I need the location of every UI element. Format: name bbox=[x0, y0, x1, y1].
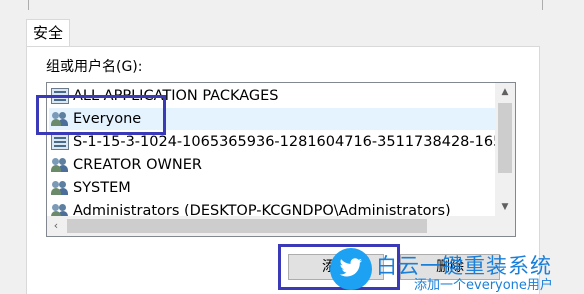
principal-name: S-1-15-3-1024-1065365936-1281604716-3511… bbox=[73, 134, 503, 150]
highlight-box-everyone bbox=[36, 95, 166, 135]
principal-name: SYSTEM bbox=[73, 180, 131, 196]
scroll-left-icon[interactable]: ‹ bbox=[47, 216, 65, 236]
dialog-top-edge bbox=[28, 0, 543, 10]
scroll-up-icon[interactable]: ▲ bbox=[495, 83, 515, 101]
vertical-scrollbar[interactable]: ▲ ▼ bbox=[495, 83, 515, 216]
watermark-subtitle: 添加一个everyone用户 bbox=[414, 278, 553, 293]
tab-security[interactable]: 安全 bbox=[26, 19, 70, 47]
users-icon bbox=[51, 180, 69, 196]
watermark: 白云一键重装系统 添加一个everyone用户 bbox=[330, 248, 584, 294]
scrollbar-corner bbox=[495, 216, 515, 236]
horizontal-scroll-thumb[interactable] bbox=[67, 219, 427, 233]
vertical-scroll-thumb[interactable] bbox=[498, 103, 512, 173]
list-item[interactable]: SYSTEM bbox=[49, 177, 495, 199]
users-icon bbox=[51, 157, 69, 173]
horizontal-scrollbar[interactable]: ‹ › bbox=[47, 216, 515, 236]
scroll-down-icon[interactable]: ▼ bbox=[495, 198, 515, 216]
group-or-user-names-label: 组或用户名(G): bbox=[46, 59, 143, 75]
principal-name: CREATOR OWNER bbox=[73, 157, 202, 173]
bird-logo-icon bbox=[330, 248, 372, 290]
list-item[interactable]: CREATOR OWNER bbox=[49, 154, 495, 176]
package-icon bbox=[51, 134, 69, 150]
permissions-dialog: 安全 组或用户名(G): ALL APPLICATION PACKAGES Ev… bbox=[0, 0, 584, 294]
